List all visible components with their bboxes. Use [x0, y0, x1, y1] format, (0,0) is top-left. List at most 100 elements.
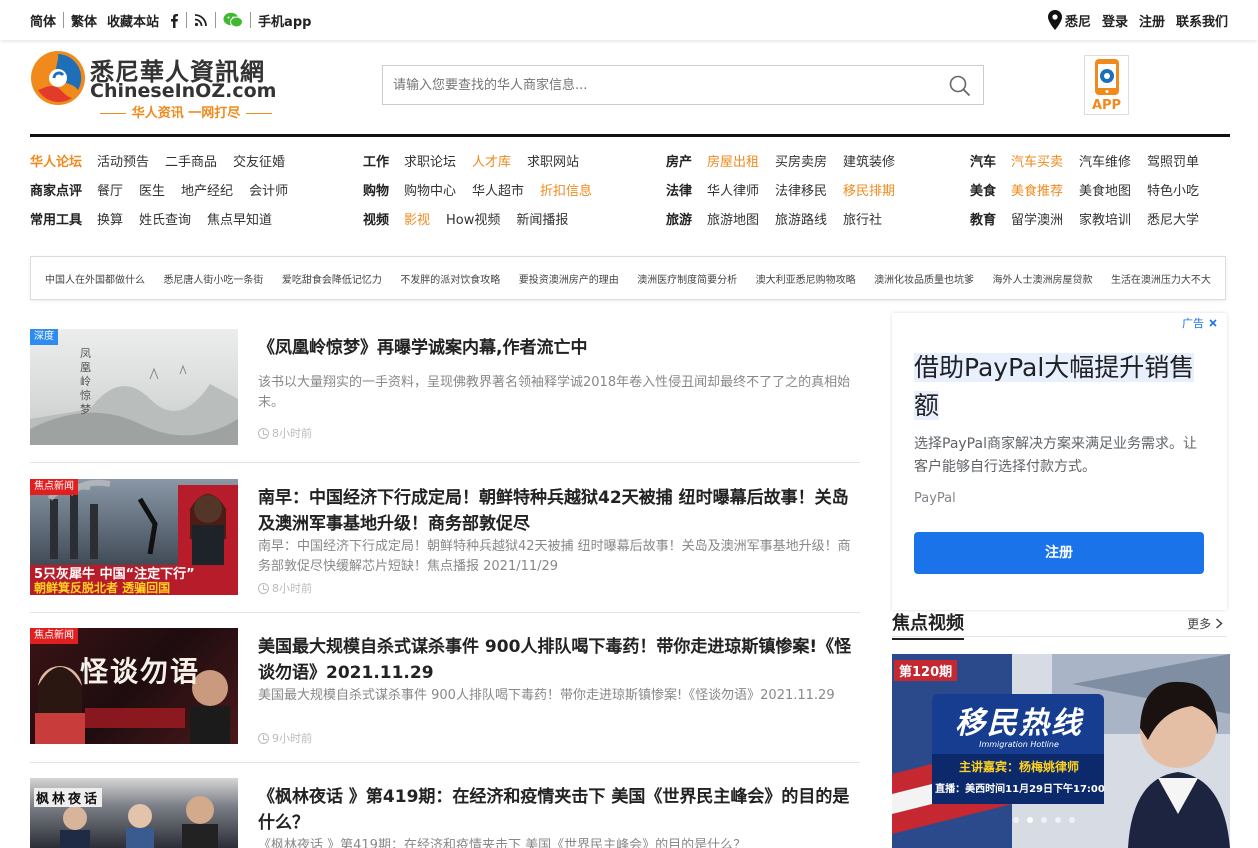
hot-topic-link[interactable]: 海外人士澳洲房屋贷款 — [993, 271, 1093, 286]
nav-link[interactable]: 法律移民 — [775, 184, 827, 199]
search-input[interactable] — [383, 66, 923, 104]
login-link[interactable]: 登录 — [1102, 11, 1128, 30]
nav-link[interactable]: 华人超市 — [472, 184, 524, 199]
location-link[interactable]: 悉尼 — [1065, 11, 1091, 30]
nav-link[interactable]: 地产经纪 — [181, 184, 233, 199]
hot-topic-link[interactable]: 不发胖的派对饮食攻略 — [400, 271, 500, 286]
nav-link[interactable]: 求职论坛 — [404, 155, 456, 170]
article-thumbnail[interactable]: 枫林夜话 — [30, 778, 238, 848]
hot-topic-link[interactable]: 爱吃甜食会降低记忆力 — [282, 271, 382, 286]
nav-link[interactable]: 新闻播报 — [516, 213, 568, 228]
mobile-app-link[interactable]: 手机app — [258, 11, 311, 30]
nav-row: 汽车 汽车买卖 汽车维修 驾照罚单 — [970, 150, 1215, 179]
nav-category-heading[interactable]: 旅游 — [666, 213, 692, 228]
paypal-ad[interactable]: 广告 借助PayPal大幅提升销售额 选择PayPal商家解决方案来满足业务需求… — [892, 313, 1227, 610]
nav-link[interactable]: 驾照罚单 — [1147, 155, 1199, 170]
nav-link[interactable]: 活动预告 — [97, 155, 149, 170]
nav-link[interactable]: 旅游地图 — [707, 213, 759, 228]
article-title[interactable]: 美国最大规模自杀式谋杀事件 900人排队喝下毒药！带你走进琼斯镇惨案!《怪谈勿语… — [258, 634, 858, 686]
site-logo[interactable]: 悉尼華人資訊網 ChineseInOZ.com 华人资讯 一网打尽 — [30, 50, 290, 121]
nav-link[interactable]: 家教培训 — [1079, 213, 1131, 228]
article-thumbnail[interactable]: 凤凰岭惊梦 深度 — [30, 329, 238, 445]
rss-icon[interactable] — [194, 13, 208, 27]
nav-link[interactable]: 汽车买卖 — [1011, 155, 1063, 170]
hot-topic-link[interactable]: 要投资澳洲房产的理由 — [519, 271, 619, 286]
nav-row: 工作 求职论坛 人才库 求职网站 — [363, 150, 608, 179]
nav-link[interactable]: 餐厅 — [97, 184, 123, 199]
nav-link[interactable]: 美食地图 — [1079, 184, 1131, 199]
nav-category-heading[interactable]: 教育 — [970, 213, 996, 228]
nav-category-heading[interactable]: 常用工具 — [30, 213, 82, 228]
article-thumbnail[interactable]: 5只灰犀牛 中国“注定下行” 朝鲜箕反脱北者 透骗回国 焦点新闻 — [30, 479, 238, 595]
nav-link[interactable]: 留学澳洲 — [1011, 213, 1063, 228]
nav-link[interactable]: 买房卖房 — [775, 155, 827, 170]
nav-category-heading[interactable]: 汽车 — [970, 155, 996, 170]
nav-category-heading[interactable]: 法律 — [666, 184, 692, 199]
nav-link[interactable]: 旅行社 — [843, 213, 882, 228]
ad-register-button[interactable]: 注册 — [914, 532, 1204, 574]
nav-link[interactable]: 医生 — [139, 184, 165, 199]
nav-link[interactable]: How视频 — [446, 213, 500, 228]
nav-link[interactable]: 二手商品 — [165, 155, 217, 170]
nav-link[interactable]: 移民排期 — [843, 184, 895, 199]
nav-category-heading[interactable]: 视频 — [363, 213, 389, 228]
nav-link[interactable]: 姓氏查询 — [139, 213, 191, 228]
nav-category-heading[interactable]: 美食 — [970, 184, 996, 199]
nav-link[interactable]: 换算 — [97, 213, 123, 228]
register-link[interactable]: 注册 — [1139, 11, 1165, 30]
wechat-icon[interactable] — [223, 12, 244, 28]
ad-headline[interactable]: 借助PayPal大幅提升销售额 — [914, 349, 1204, 425]
article-time-text: 8小时前 — [272, 427, 312, 440]
article-item[interactable]: 5只灰犀牛 中国“注定下行” 朝鲜箕反脱北者 透骗回国 焦点新闻 南早：中国经济… — [30, 479, 860, 599]
article-title[interactable]: 南早：中国经济下行成定局！朝鲜特种兵越狱42天被捕 纽时曝幕后故事！关岛及澳洲军… — [258, 485, 858, 537]
nav-link[interactable]: 建筑装修 — [843, 155, 895, 170]
hot-topic-link[interactable]: 澳大利亚悉尼购物攻略 — [756, 271, 856, 286]
nav-link[interactable]: 焦点早知道 — [207, 213, 272, 228]
nav-link[interactable]: 折扣信息 — [540, 184, 592, 199]
hot-topic-link[interactable]: 生活在澳洲压力大不大 — [1111, 271, 1211, 286]
nav-link[interactable]: 交友征婚 — [233, 155, 285, 170]
nav-link[interactable]: 影视 — [404, 213, 430, 228]
nav-link[interactable]: 旅游路线 — [775, 213, 827, 228]
simplified-chinese-link[interactable]: 简体 — [30, 11, 56, 30]
nav-category-heading[interactable]: 华人论坛 — [30, 155, 82, 170]
article-item[interactable]: 枫林夜话 《枫林夜话 》第419期：在经济和疫情夹击下 美国《世界民主峰会》的目… — [30, 778, 860, 848]
nav-link[interactable]: 悉尼大学 — [1147, 213, 1199, 228]
hot-topic-link[interactable]: 悉尼唐人街小吃一条街 — [163, 271, 263, 286]
article-item[interactable]: 凤凰岭惊梦 深度 《凤凰岭惊梦》再曝学诚案内幕,作者流亡中 该书以大量翔实的一手… — [30, 329, 860, 449]
hot-topic-link[interactable]: 中国人在外国都做什么 — [45, 271, 145, 286]
ad-label-text: 广告 — [1182, 317, 1204, 330]
nav-link[interactable]: 美食推荐 — [1011, 184, 1063, 199]
nav-link[interactable]: 人才库 — [472, 155, 511, 170]
contact-link[interactable]: 联系我们 — [1176, 11, 1228, 30]
facebook-icon[interactable] — [169, 13, 179, 28]
traditional-chinese-link[interactable]: 繁体 — [71, 11, 97, 30]
featured-video-thumbnail[interactable]: 第120期 移民热线 Immigration Hotline 主讲嘉宾：杨梅姚律… — [892, 654, 1230, 848]
hot-topic-link[interactable]: 澳洲医疗制度简要分析 — [637, 271, 737, 286]
nav-link[interactable]: 特色小吃 — [1147, 184, 1199, 199]
nav-category-heading[interactable]: 商家点评 — [30, 184, 82, 199]
nav-link[interactable]: 汽车维修 — [1079, 155, 1131, 170]
nav-column-3: 房产 房屋出租 买房卖房 建筑装修法律 华人律师 法律移民 移民排期旅游 旅游地图 旅游路线 旅行… — [666, 150, 911, 237]
nav-row: 购物 购物中心 华人超市 折扣信息 — [363, 179, 608, 208]
nav-link[interactable]: 华人律师 — [707, 184, 759, 199]
nav-category-heading[interactable]: 购物 — [363, 184, 389, 199]
clock-icon — [258, 582, 269, 594]
app-download-button[interactable]: APP — [1084, 55, 1129, 115]
article-title[interactable]: 《枫林夜话 》第419期：在经济和疫情夹击下 美国《世界民主峰会》的目的是什么？ — [258, 784, 858, 836]
nav-link[interactable]: 房屋出租 — [707, 155, 759, 170]
video-more-link[interactable]: 更多 — [1187, 615, 1223, 632]
nav-link[interactable]: 购物中心 — [404, 184, 456, 199]
nav-link[interactable]: 会计师 — [249, 184, 288, 199]
article-title[interactable]: 《凤凰岭惊梦》再曝学诚案内幕,作者流亡中 — [258, 335, 858, 361]
ad-choices-icon[interactable] — [1207, 317, 1219, 329]
nav-category-heading[interactable]: 房产 — [666, 155, 692, 170]
article-thumbnail[interactable]: 怪谈勿语 焦点新闻 — [30, 628, 238, 744]
search-icon[interactable] — [949, 75, 971, 101]
nav-category-heading[interactable]: 工作 — [363, 155, 389, 170]
article-time-text: 9小时前 — [272, 732, 312, 745]
bookmark-link[interactable]: 收藏本站 — [107, 11, 159, 30]
hot-topic-link[interactable]: 澳洲化妆品质量也坑爹 — [874, 271, 974, 286]
article-item[interactable]: 怪谈勿语 焦点新闻 美国最大规模自杀式谋杀事件 900人排队喝下毒药！带你走进琼… — [30, 628, 860, 748]
nav-link[interactable]: 求职网站 — [527, 155, 579, 170]
